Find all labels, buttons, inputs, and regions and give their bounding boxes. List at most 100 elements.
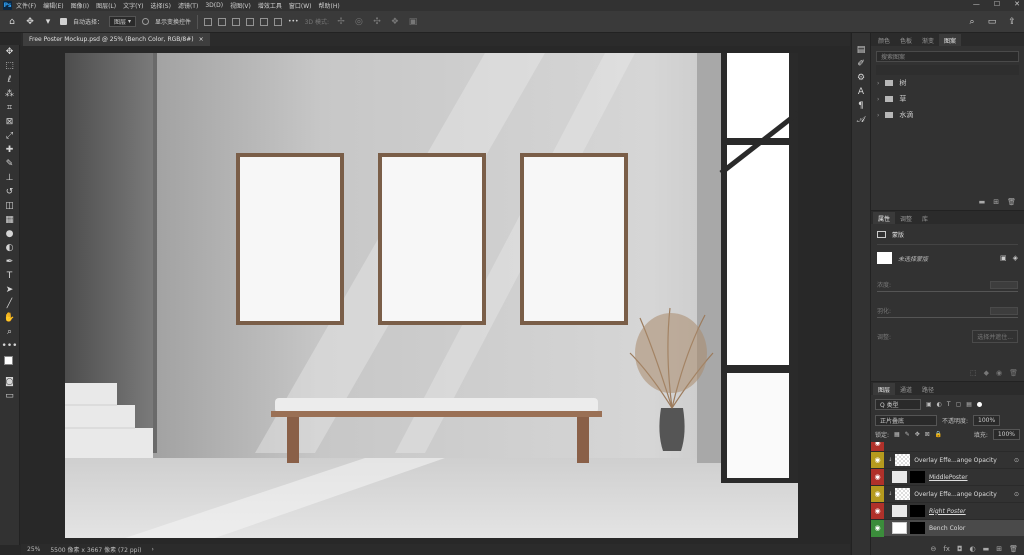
menu-plugins[interactable]: 增效工具 — [258, 1, 282, 10]
eyedropper-icon[interactable]: ⤢ — [0, 129, 19, 143]
delete-layer-icon[interactable]: 🗑 — [1009, 545, 1018, 553]
home-icon[interactable]: ⌂ — [6, 17, 18, 27]
more-options-icon[interactable]: ••• — [288, 18, 299, 25]
menu-view[interactable]: 视图(V) — [230, 1, 251, 10]
fx-icon[interactable]: ⊙ — [1014, 457, 1019, 464]
new-group-icon[interactable]: ▬ — [979, 198, 986, 206]
tab-adjustments[interactable]: 调整 — [895, 212, 917, 224]
opacity-input[interactable]: 100% — [973, 415, 1001, 426]
pattern-folder-trees[interactable]: › 树 — [871, 75, 1024, 91]
frame-icon[interactable]: ⊠ — [0, 115, 19, 129]
eye-icon[interactable]: ◉ — [871, 502, 884, 520]
show-transform-checkbox[interactable] — [141, 18, 149, 25]
layer-row-partial[interactable]: ◉ — [871, 442, 1024, 452]
menu-3d[interactable]: 3D(D) — [205, 2, 223, 9]
fx-icon[interactable]: ⊙ — [1014, 491, 1019, 498]
zoom-icon[interactable]: ⌕ — [0, 325, 19, 339]
pixel-mask-icon[interactable]: ▣ — [1000, 254, 1007, 262]
pattern-size-slider[interactable] — [876, 65, 1019, 75]
adjustment-layer-icon[interactable]: ◐ — [970, 545, 976, 553]
align-right-icon[interactable] — [231, 17, 240, 26]
tab-paths[interactable]: 路径 — [917, 383, 939, 395]
blur-icon[interactable]: ● — [0, 227, 19, 241]
chevron-down-icon[interactable]: ▾ — [42, 17, 54, 27]
lasso-icon[interactable]: ℓ — [0, 73, 19, 87]
add-mask-icon[interactable]: ◘ — [957, 545, 963, 553]
vector-mask-icon[interactable]: ◈ — [1013, 254, 1018, 262]
type-icon[interactable]: T — [0, 269, 19, 283]
auto-select-target-dropdown[interactable]: 图层 ▾ — [109, 16, 136, 27]
delete-mask-icon[interactable]: 🗑 — [1009, 369, 1018, 377]
lock-move-icon[interactable]: ✥ — [915, 431, 920, 438]
minimize-icon[interactable]: — — [973, 0, 980, 8]
menu-layer[interactable]: 图层(L) — [96, 1, 116, 10]
tab-channels[interactable]: 通道 — [895, 383, 917, 395]
lock-paint-icon[interactable]: ✎ — [905, 431, 910, 438]
line-icon[interactable]: ╱ — [0, 297, 19, 311]
menu-select[interactable]: 选择(S) — [150, 1, 171, 10]
pattern-folder-water[interactable]: › 水滴 — [871, 107, 1024, 123]
menu-type[interactable]: 文字(Y) — [123, 1, 143, 10]
tab-libraries[interactable]: 库 — [917, 212, 933, 224]
menu-image[interactable]: 图像(I) — [71, 1, 89, 10]
filter-shape-icon[interactable]: ▢ — [956, 401, 962, 408]
marquee-icon[interactable]: ⬚ — [0, 59, 19, 73]
layer-row[interactable]: ◉ ↓ Overlay Effe...ange Opacity ⊙ — [871, 451, 1024, 469]
eye-icon[interactable]: ◉ — [871, 468, 884, 486]
filter-toggle-icon[interactable] — [976, 402, 982, 407]
layer-row-selected[interactable]: ◉ Bench Color — [871, 519, 1024, 537]
orbit-3d-icon[interactable]: ✢ — [335, 17, 347, 27]
scale-3d-icon[interactable]: ▣ — [407, 17, 419, 27]
document-tab[interactable]: Free Poster Mockup.psd @ 25% (Bench Colo… — [23, 33, 210, 46]
blend-mode-dropdown[interactable]: 正片叠底 — [875, 415, 937, 426]
density-input[interactable] — [990, 280, 1018, 289]
lock-all-icon[interactable]: 🔒 — [935, 431, 942, 438]
dodge-icon[interactable]: ◐ — [0, 241, 19, 255]
maximize-icon[interactable]: ☐ — [994, 0, 1000, 8]
workspace-icon[interactable]: ▭ — [986, 17, 998, 27]
paragraph-icon[interactable]: ¶ — [852, 99, 870, 113]
menu-filter[interactable]: 滤镜(T) — [178, 1, 198, 10]
stamp-icon[interactable]: ⊥ — [0, 171, 19, 185]
apply-mask-icon[interactable]: ◆ — [984, 369, 989, 377]
fill-input[interactable]: 100% — [992, 429, 1020, 440]
screen-mode-icon[interactable]: ▭ — [0, 389, 19, 403]
slide-3d-icon[interactable]: ❖ — [389, 17, 401, 27]
tab-patterns[interactable]: 图案 — [939, 34, 962, 46]
layer-row[interactable]: ◉ MiddlePoster — [871, 468, 1024, 486]
healing-icon[interactable]: ✚ — [0, 143, 19, 157]
new-layer-icon[interactable]: ⊞ — [996, 545, 1002, 553]
tab-gradients[interactable]: 渐变 — [917, 34, 939, 46]
glyphs-icon[interactable]: 𝒜 — [852, 113, 870, 127]
filter-pixel-icon[interactable]: ▣ — [926, 401, 932, 408]
hand-icon[interactable]: ✋ — [0, 311, 19, 325]
feather-input[interactable] — [990, 306, 1018, 315]
eye-icon[interactable]: ◉ — [871, 519, 884, 537]
tab-properties[interactable]: 属性 — [873, 212, 896, 224]
layer-filter-dropdown[interactable]: Q 类型 — [875, 399, 921, 410]
pattern-search-input[interactable]: 搜索图案 — [876, 51, 1019, 62]
filter-adjust-icon[interactable]: ◐ — [937, 401, 942, 408]
foreground-color-swatch[interactable] — [4, 356, 13, 365]
crop-icon[interactable]: ⌗ — [0, 101, 19, 115]
align-left-icon[interactable] — [203, 17, 212, 26]
lock-artboard-icon[interactable]: ⊠ — [925, 431, 930, 438]
eye-icon[interactable]: ◉ — [871, 485, 884, 503]
move-tool-icon[interactable]: ✥ — [24, 17, 36, 27]
auto-select-checkbox[interactable] — [60, 18, 67, 25]
pan-3d-icon[interactable]: ✣ — [371, 17, 383, 27]
load-selection-icon[interactable]: ⬚ — [970, 369, 977, 377]
brush-settings-icon[interactable]: ✐ — [852, 57, 870, 71]
move-icon[interactable]: ✥ — [0, 45, 19, 59]
filter-smart-icon[interactable]: ▤ — [966, 401, 972, 408]
character-icon[interactable]: A — [852, 85, 870, 99]
share-icon[interactable]: ⇪ — [1006, 17, 1018, 27]
gradient-icon[interactable]: ▦ — [0, 213, 19, 227]
delete-icon[interactable]: 🗑 — [1007, 198, 1016, 206]
align-bottom-icon[interactable] — [273, 17, 282, 26]
path-select-icon[interactable]: ➤ — [0, 283, 19, 297]
align-top-icon[interactable] — [245, 17, 254, 26]
zoom-level[interactable]: 25% — [27, 546, 40, 553]
eye-icon[interactable]: ◉ — [871, 451, 884, 469]
canvas-area[interactable] — [21, 46, 850, 544]
